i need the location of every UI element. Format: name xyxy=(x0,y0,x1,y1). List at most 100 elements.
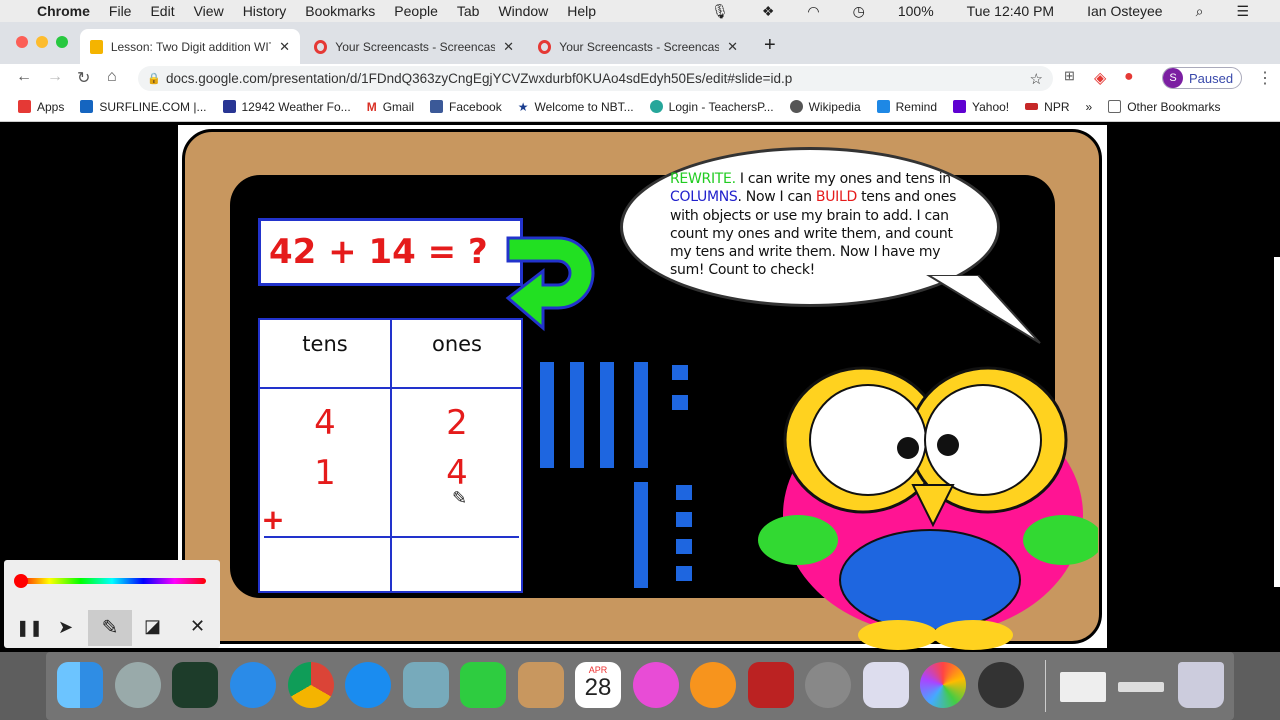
imovie-icon[interactable] xyxy=(978,662,1024,708)
chrome-menu-icon[interactable]: ⋮ xyxy=(1257,68,1273,88)
wifi-icon[interactable]: ◠ xyxy=(807,3,819,20)
dock-separator xyxy=(1045,660,1046,712)
close-window-button[interactable] xyxy=(16,36,28,48)
close-tab-icon[interactable]: ✕ xyxy=(279,39,290,55)
surfline-icon xyxy=(80,100,94,113)
close-tab-icon[interactable]: ✕ xyxy=(727,39,738,55)
ones-digit-2: 4 xyxy=(446,453,468,493)
battery-status[interactable]: 100% xyxy=(898,3,934,19)
tab-lesson[interactable]: Lesson: Two Digit addition WIT ✕ xyxy=(80,29,300,64)
photo-booth-icon[interactable] xyxy=(748,662,794,708)
menu-history[interactable]: History xyxy=(243,3,287,19)
menu-help[interactable]: Help xyxy=(567,3,596,19)
scrollbar[interactable] xyxy=(1274,257,1280,587)
app-store-icon[interactable] xyxy=(345,662,391,708)
mail-icon[interactable] xyxy=(403,662,449,708)
calendar-icon[interactable]: APR 28 xyxy=(575,662,621,708)
safari-icon[interactable] xyxy=(230,662,276,708)
bookmark-label: Apps xyxy=(37,99,65,114)
minimize-window-button[interactable] xyxy=(36,36,48,48)
tab-screencasts-1[interactable]: Your Screencasts - Screencast ✕ xyxy=(304,29,524,64)
menu-tab[interactable]: Tab xyxy=(457,3,480,19)
ones-cube xyxy=(676,512,692,527)
preview-icon[interactable] xyxy=(863,662,909,708)
bookmark-nbt[interactable]: ★ Welcome to NBT... xyxy=(517,100,634,115)
bookmark-label: Other Bookmarks xyxy=(1127,99,1221,114)
minimized-window-icon[interactable] xyxy=(1118,682,1164,692)
zoom-window-button[interactable] xyxy=(56,36,68,48)
menu-app-chrome[interactable]: Chrome xyxy=(37,3,90,19)
bookmark-wikipedia[interactable]: Wikipedia xyxy=(789,100,861,114)
contacts-icon[interactable] xyxy=(518,662,564,708)
cursor-icon[interactable]: ➤ xyxy=(58,617,73,638)
ibooks-icon[interactable] xyxy=(690,662,736,708)
dropbox-icon[interactable]: ❖ xyxy=(762,3,775,20)
bookmark-gmail[interactable]: M Gmail xyxy=(367,100,414,115)
bookmark-star-icon[interactable]: ☆ xyxy=(1030,70,1043,88)
photos-icon[interactable] xyxy=(920,662,966,708)
time-machine-icon[interactable]: ◷ xyxy=(853,3,865,20)
tens-rod xyxy=(634,362,648,468)
system-preferences-icon[interactable] xyxy=(805,662,851,708)
pen-tool-icon[interactable]: ✎ xyxy=(88,610,132,646)
trash-icon[interactable] xyxy=(1178,662,1224,708)
bookmark-npr[interactable]: NPR xyxy=(1025,100,1070,114)
bookmarks-overflow-button[interactable]: » xyxy=(1086,100,1093,114)
eraser-icon[interactable]: ◪ xyxy=(144,616,161,637)
menu-bookmarks[interactable]: Bookmarks xyxy=(305,3,375,19)
bookmark-yahoo[interactable]: Yahoo! xyxy=(953,100,1009,114)
notification-center-icon[interactable]: ☰ xyxy=(1236,3,1249,20)
bookmark-label: 12942 Weather Fo... xyxy=(241,99,351,114)
itunes-icon[interactable] xyxy=(633,662,679,708)
bookmark-weather[interactable]: 12942 Weather Fo... xyxy=(222,99,351,114)
color-slider-handle[interactable] xyxy=(14,574,28,588)
header-ones: ones xyxy=(431,332,483,356)
tab-strip: Lesson: Two Digit addition WIT ✕ Your Sc… xyxy=(0,22,1280,64)
menu-view[interactable]: View xyxy=(194,3,224,19)
menu-people[interactable]: People xyxy=(394,3,438,19)
document-thumbnail-icon[interactable] xyxy=(1060,672,1106,702)
bookmark-facebook[interactable]: Facebook xyxy=(430,100,502,114)
bookmark-teacherspay[interactable]: Login - TeachersP... xyxy=(649,100,774,114)
lastpass-extension-icon[interactable]: ◈ xyxy=(1094,68,1106,88)
tab-screencasts-2[interactable]: Your Screencasts - Screencast ✕ xyxy=(528,29,748,64)
bookmark-apps[interactable]: Apps xyxy=(18,100,64,114)
pause-icon[interactable]: ❚❚ xyxy=(16,618,43,638)
extension-grid-icon[interactable]: ⊞ xyxy=(1064,68,1075,84)
clock[interactable]: Tue 12:40 PM xyxy=(967,3,1054,19)
new-tab-button[interactable]: + xyxy=(764,34,776,57)
profile-status: Paused xyxy=(1189,70,1234,86)
instructions-text: REWRITE. I can write my ones and tens in… xyxy=(670,170,965,280)
activity-icon[interactable] xyxy=(172,662,218,708)
bookmark-label: Remind xyxy=(895,99,937,114)
facetime-icon[interactable] xyxy=(460,662,506,708)
close-toolbar-icon[interactable]: ✕ xyxy=(190,616,205,637)
menu-file[interactable]: File xyxy=(109,3,132,19)
other-bookmarks[interactable]: Other Bookmarks xyxy=(1108,99,1221,114)
reload-button[interactable]: ↻ xyxy=(77,68,90,88)
profile-button[interactable]: S Paused xyxy=(1162,67,1243,89)
spotlight-icon[interactable]: ⌕ xyxy=(1196,3,1204,20)
microphone-icon[interactable]: 🎙 xyxy=(711,3,729,20)
screencastify-extension-icon[interactable]: ● xyxy=(1124,68,1134,86)
menu-window[interactable]: Window xyxy=(498,3,548,19)
finder-icon[interactable] xyxy=(57,662,103,708)
pen-cursor-icon: ✎ xyxy=(452,488,468,508)
menu-edit[interactable]: Edit xyxy=(150,3,174,19)
home-button[interactable]: ⌂ xyxy=(107,68,117,86)
overflow-label: » xyxy=(1085,99,1093,114)
slide: REWRITE. I can write my ones and tens in… xyxy=(178,125,1107,650)
user-name[interactable]: Ian Osteyee xyxy=(1087,3,1163,19)
tens-digit-1: 4 xyxy=(314,403,336,443)
bookmark-surfline[interactable]: SURFLINE.COM |... xyxy=(80,100,207,114)
bookmark-remind[interactable]: Remind xyxy=(876,99,937,114)
address-bar[interactable]: 🔒 docs.google.com/presentation/d/1FDndQ3… xyxy=(138,66,1053,91)
launchpad-icon[interactable] xyxy=(115,662,161,708)
color-slider[interactable] xyxy=(18,578,206,584)
macos-dock: APR 28 xyxy=(0,652,1280,720)
chrome-icon[interactable] xyxy=(288,662,334,708)
star-icon: ★ xyxy=(517,100,529,114)
back-button[interactable]: ← xyxy=(16,68,32,86)
forward-button[interactable]: → xyxy=(47,68,63,86)
close-tab-icon[interactable]: ✕ xyxy=(503,39,514,55)
